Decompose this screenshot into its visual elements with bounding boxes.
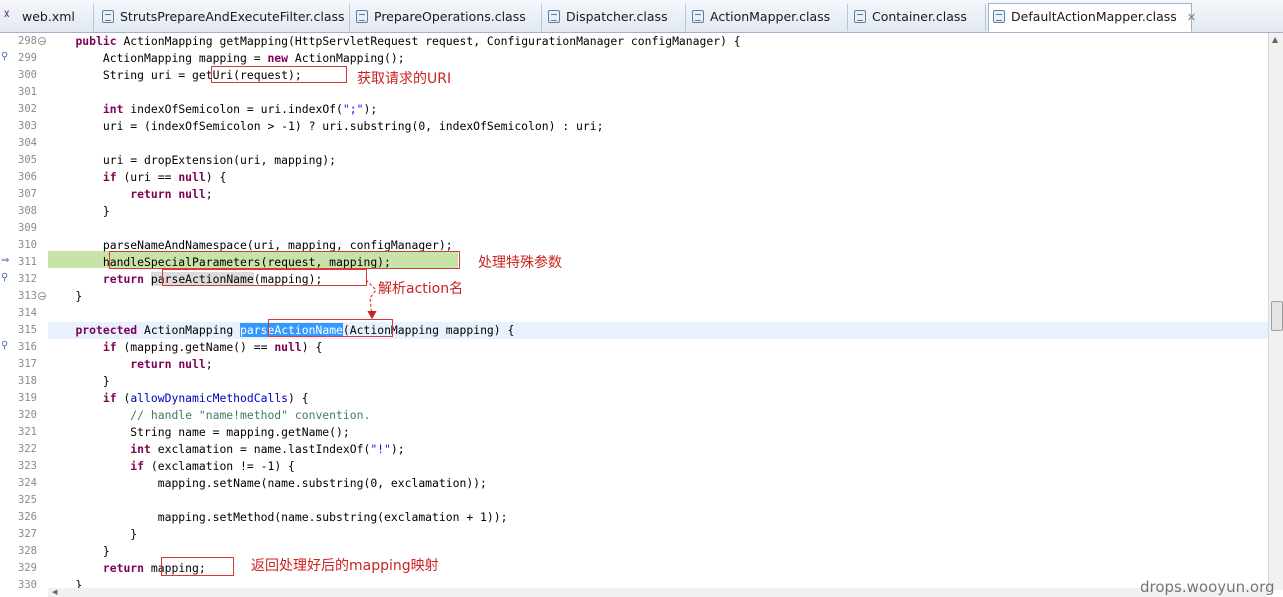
line-number: 326 [18, 511, 37, 523]
scroll-left-arrow-icon[interactable]: ◀ [52, 588, 57, 596]
line-number: 306 [18, 171, 37, 183]
line-number: 314 [18, 307, 37, 319]
code-line-326: mapping.setMethod(name.substring(exclama… [48, 510, 508, 524]
code-line-307: return null; [130, 187, 213, 201]
code-line-308: } [48, 204, 110, 218]
code-editor[interactable]: public ActionMapping getMapping(HttpServ… [48, 33, 1268, 590]
code-line-327: } [48, 527, 138, 541]
line-number: 313 [18, 290, 37, 302]
scrollbar-thumb[interactable] [1271, 301, 1283, 331]
tab-label: Container.class [872, 9, 967, 24]
tab-container[interactable]: Container.class [850, 4, 986, 31]
vertical-scrollbar[interactable]: ▲ [1268, 33, 1283, 590]
code-line-324: mapping.setName(name.substring(0, exclam… [48, 476, 487, 490]
class-file-icon [854, 10, 866, 23]
class-file-icon [356, 10, 368, 23]
tab-default-action-mapper[interactable]: DefaultActionMapper.class ✕ [988, 3, 1196, 32]
code-line-316: if (mapping.getName() == null) { [102, 340, 323, 354]
annotation-arrow-icon [365, 279, 377, 320]
class-file-icon [692, 10, 704, 23]
line-number: 329 [18, 562, 37, 574]
class-file-icon [548, 10, 560, 23]
line-number: 319 [18, 392, 37, 404]
annotation-box-return-mapping [161, 557, 234, 576]
tab-label: PrepareOperations.class [374, 9, 526, 24]
tab-action-mapper[interactable]: ActionMapper.class [688, 4, 848, 31]
scroll-up-arrow-icon[interactable]: ▲ [1272, 35, 1278, 44]
line-number: 305 [18, 154, 37, 166]
code-line-298: public ActionMapping getMapping(HttpServ… [75, 34, 741, 48]
class-file-icon [993, 10, 1005, 23]
code-line-321: String name = mapping.getName(); [48, 425, 350, 439]
annotation-special-params: 处理特殊参数 [478, 255, 562, 271]
xml-file-icon: X [4, 10, 10, 20]
line-number: 311 [18, 256, 37, 268]
line-number: 321 [18, 426, 37, 438]
line-number: 301 [18, 86, 37, 98]
line-number: 327 [18, 528, 37, 540]
annotation-box-parse-action-name-call [162, 269, 367, 286]
editor-tab-bar: X web.xml StrutsPrepareAndExecuteFilter.… [0, 0, 1283, 33]
tab-label: ActionMapper.class [710, 9, 831, 24]
line-number: 330 [18, 579, 37, 591]
code-line-322: int exclamation = name.lastIndexOf("!"); [130, 442, 405, 456]
code-line-318: } [48, 374, 110, 388]
line-number: 310 [18, 239, 37, 251]
code-line-306: if (uri == null) { [102, 170, 227, 184]
class-file-icon [102, 10, 114, 23]
tab-dispatcher[interactable]: Dispatcher.class [544, 4, 686, 31]
line-number: 315 [18, 324, 37, 336]
code-line-323: if (exclamation != -1) { [130, 459, 295, 473]
code-line-303: uri = (indexOfSemicolon > -1) ? uri.subs… [48, 119, 604, 133]
tab-web-xml[interactable]: X web.xml [0, 4, 94, 31]
code-line-315: protected ActionMapping parseActionName(… [48, 322, 1268, 339]
code-line-299: ActionMapping mapping = new ActionMappin… [48, 51, 405, 65]
breakpoint-marker-icon[interactable]: ⚲ [1, 272, 8, 283]
collapse-fold-icon[interactable]: − [38, 37, 46, 46]
watermark: drops.wooyun.org [1140, 578, 1275, 596]
line-number: 303 [18, 120, 37, 132]
line-number: 318 [18, 375, 37, 387]
line-number: 312 [18, 273, 37, 285]
line-number: 317 [18, 358, 37, 370]
tab-struts-prepare-and-execute-filter[interactable]: StrutsPrepareAndExecuteFilter.class [98, 4, 350, 31]
line-number: 298 [18, 35, 37, 47]
code-line-313: } [48, 289, 83, 303]
tab-label: Dispatcher.class [566, 9, 668, 24]
line-number: 302 [18, 103, 37, 115]
horizontal-scrollbar[interactable]: ◀ [48, 588, 1268, 597]
code-line-302: int indexOfSemicolon = uri.indexOf(";"); [102, 102, 378, 116]
tab-label: StrutsPrepareAndExecuteFilter.class [120, 9, 345, 24]
code-line-317: return null; [130, 357, 213, 371]
breakpoint-marker-icon[interactable]: ⚲ [1, 51, 8, 62]
code-line-305: uri = dropExtension(uri, mapping); [48, 153, 337, 167]
close-tab-icon[interactable]: ✕ [1187, 11, 1196, 24]
breakpoint-marker-icon[interactable]: ⇒ [1, 255, 9, 266]
breakpoint-marker-icon[interactable]: ⚲ [1, 340, 8, 351]
annotation-box-get-uri [211, 66, 347, 83]
annotation-box-handle-special-parameters [109, 251, 460, 269]
line-number: 323 [18, 460, 37, 472]
line-number: 324 [18, 477, 37, 489]
line-number: 320 [18, 409, 37, 421]
line-number: 308 [18, 205, 37, 217]
line-number: 304 [18, 137, 37, 149]
line-number: 300 [18, 69, 37, 81]
line-number: 325 [18, 494, 37, 506]
tab-label: web.xml [22, 9, 75, 24]
line-number: 316 [18, 341, 37, 353]
line-number: 307 [18, 188, 37, 200]
line-number: 328 [18, 545, 37, 557]
line-number: 299 [18, 52, 37, 64]
tab-label: DefaultActionMapper.class [1011, 9, 1177, 24]
annotation-get-uri: 获取请求的URI [357, 71, 452, 87]
code-line-320: // handle "name!method" convention. [48, 408, 371, 422]
line-number: 322 [18, 443, 37, 455]
code-line-319: if (allowDynamicMethodCalls) { [102, 391, 309, 405]
collapse-fold-icon[interactable]: − [38, 292, 46, 301]
line-number: 309 [18, 222, 37, 234]
annotation-parse-action: 解析action名 [378, 281, 464, 297]
tab-prepare-operations[interactable]: PrepareOperations.class [352, 4, 542, 31]
annotation-return-mapping: 返回处理好后的mapping映射 [251, 558, 439, 574]
